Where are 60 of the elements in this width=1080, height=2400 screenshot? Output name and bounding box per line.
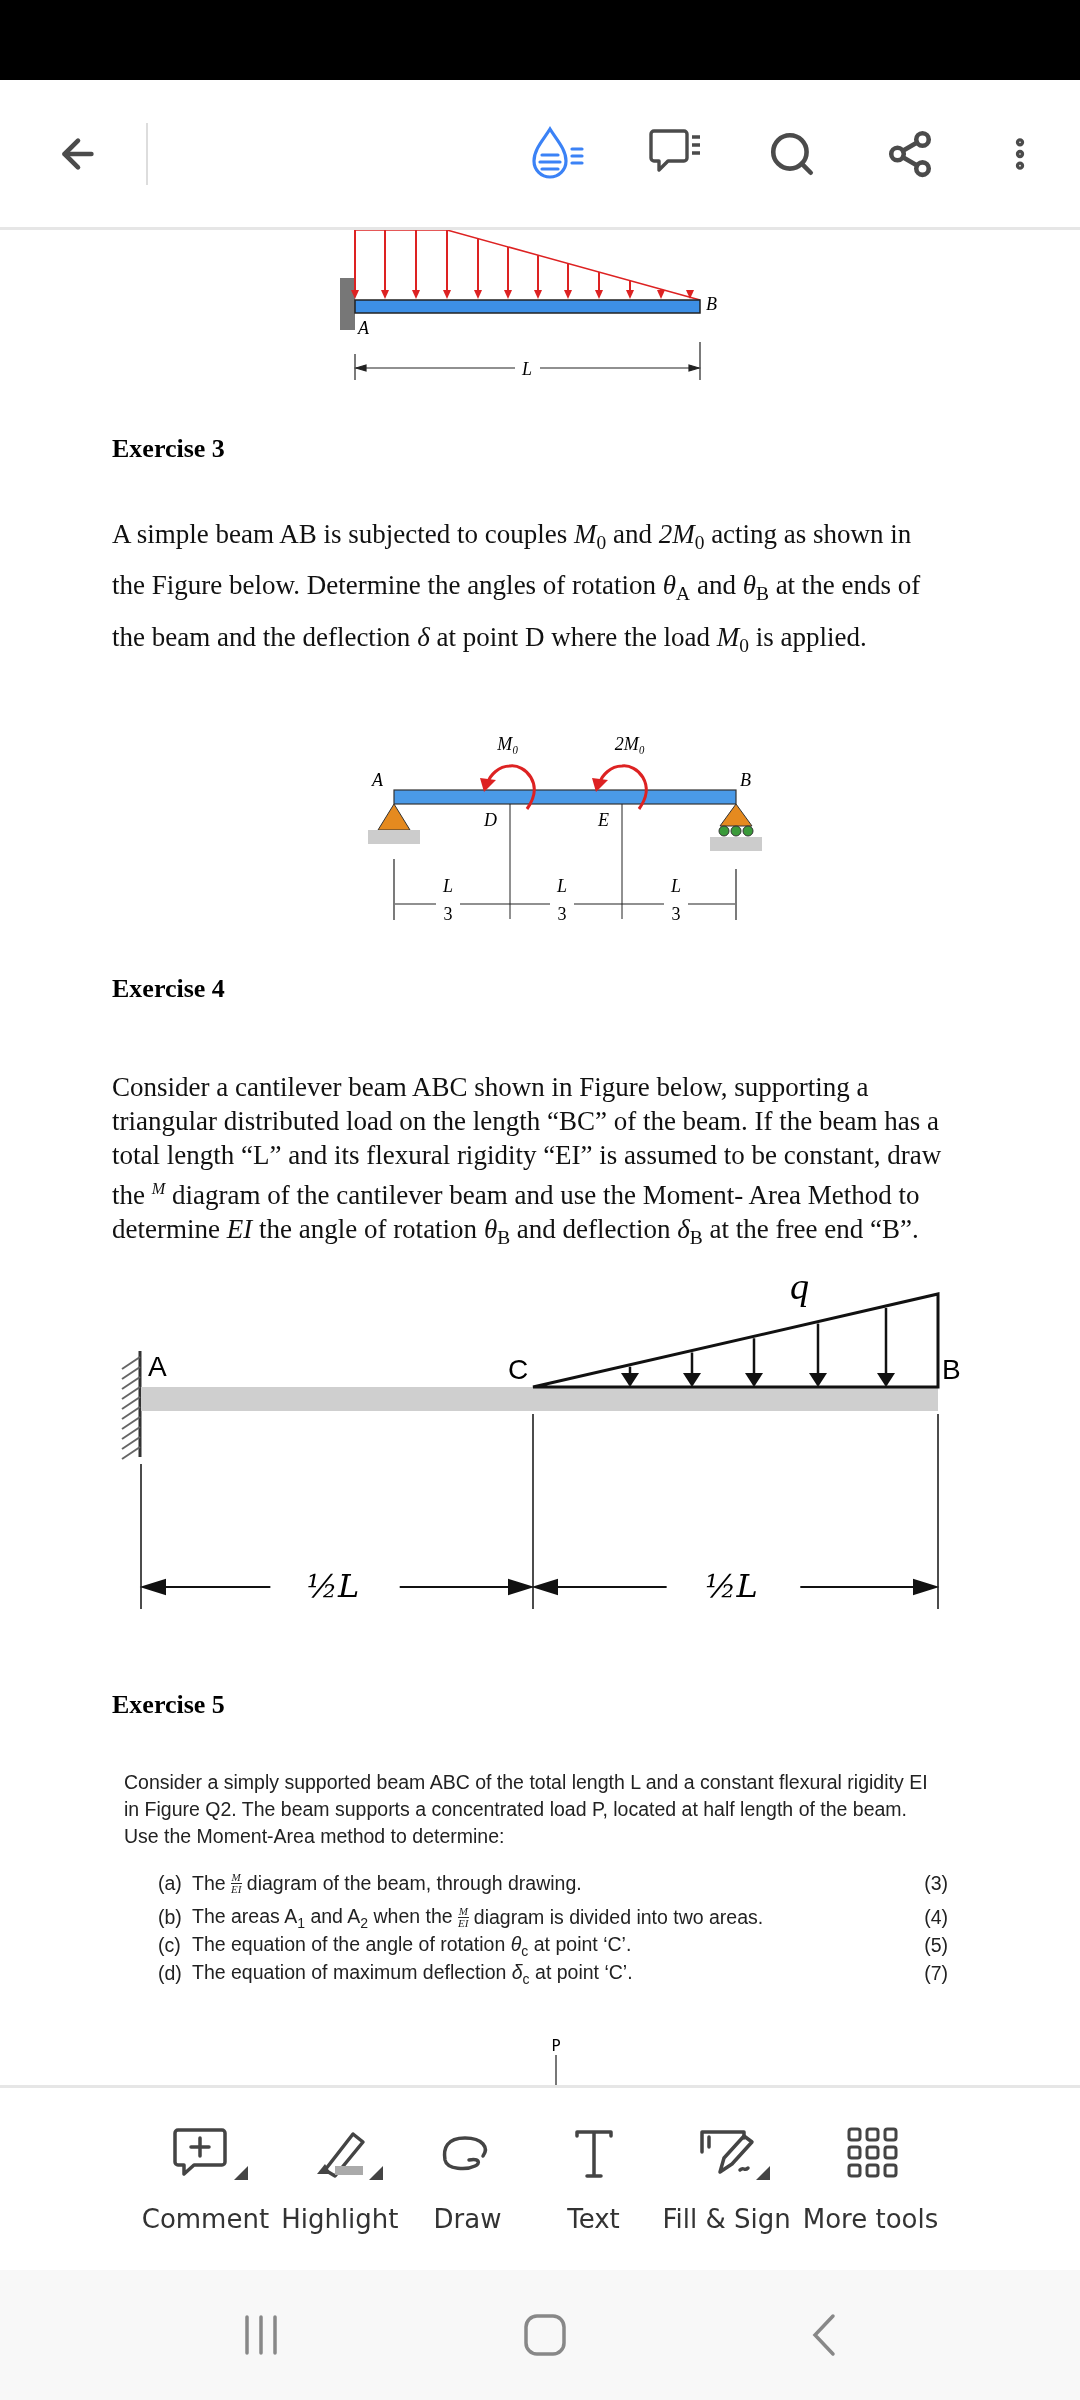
load-arrow [745,1338,763,1388]
moment-arrow [592,764,648,810]
tool-button[interactable]: Text [530,2126,657,2234]
part-label: (a) [158,1872,183,1896]
load-arrow [351,230,359,299]
tool-button[interactable]: Draw [404,2126,531,2234]
part-text: The equation of the angle of rotation θ$_{c}$ at point ‘C’. [192,1933,633,1959]
load-arrow [381,230,389,299]
part-text: The equation of maximum deflection δ$_{c}$ at point ‘C’. [192,1961,634,1987]
span-label: L [522,359,532,379]
load-arrow [809,1324,827,1388]
tool-button[interactable]: Highlight [275,2126,405,2234]
moment-label: M₀ [497,734,519,755]
load-arrow [621,1367,639,1388]
point-label: B [942,1354,961,1386]
part-label: (c) [158,1934,182,1958]
load-arrow [534,254,542,299]
exercise-heading: Exercise 4 [112,973,226,1004]
point-label: A [148,1351,167,1383]
tool-button[interactable]: More tools [796,2126,945,2234]
part-label: (d) [158,1962,183,1986]
point-label: E [598,810,609,831]
span-label: ½L [705,1567,758,1606]
tool-button[interactable]: Comment [135,2126,276,2234]
tool-button[interactable]: Fill & Sign [656,2126,797,2234]
load-arrow [595,271,603,299]
marks-label: (3) [924,1872,948,1896]
exercise-heading: Exercise 3 [112,434,226,465]
home-icon[interactable] [523,2313,567,2357]
load-arrow [412,230,420,299]
point-label: B [706,294,717,314]
span-fraction: L 3 [443,876,453,925]
span-fraction: L 3 [557,876,567,925]
point-label: D [484,810,497,831]
exercise-text: Consider a simply supported beam ABC of the total length L and a constant flexural rigidity EI in Figure Q2. The beam supports a concentrated load P, located at half length of the beam. Use the Moment-Area method to determine: [124,1771,928,1848]
load-arrow [443,230,451,299]
load-label: q [790,1269,809,1308]
load-arrow [504,245,512,299]
exercise-text: A simple beam AB is subjected to couples M$_{0}$ and 2M$_{0}$ acting as shown in the Figure below. Determine the angles of rotation θ$_{A}$ and θ$_{B}$ at the ends of the beam and the deflection δ at point D where the load M$_{0}$ is applied. [112,519,921,652]
load-arrow [564,262,572,299]
load-arrow [686,290,694,299]
point-label: A [372,770,383,791]
marks-label: (4) [924,1906,948,1930]
part-label: (b) [158,1906,183,1930]
point-label: B [740,770,751,791]
span-label: ½L [306,1567,360,1606]
exercise-text: Consider a cantilever beam ABC shown in Figure below, supporting a triangular distributed load on the length “BC” of the beam. If the beam has a total length “L” and its flexural rigidity “EI” is assumed to be constant, draw the $^{M}$ diagram of the cantilever beam and use the Moment- Area Method to determine EI the angle of rotation θ$_{B}$ and deflection δ$_{B}$ at the free end “B”. [112,1072,942,1245]
exercise-heading: Exercise 5 [112,1690,226,1721]
span-fraction: L 3 [671,876,681,925]
load-arrow [626,279,634,299]
marks-label: (5) [924,1934,948,1958]
marks-label: (7) [924,1962,948,1986]
point-label: A [358,318,369,338]
moment-arrow [480,764,536,810]
point-label: C [508,1354,529,1386]
moment-label: 2M₀ [614,734,646,755]
load-arrow [474,237,482,299]
load-arrow [683,1352,701,1388]
load-arrow [657,288,665,299]
load-label: P [551,2037,561,2055]
